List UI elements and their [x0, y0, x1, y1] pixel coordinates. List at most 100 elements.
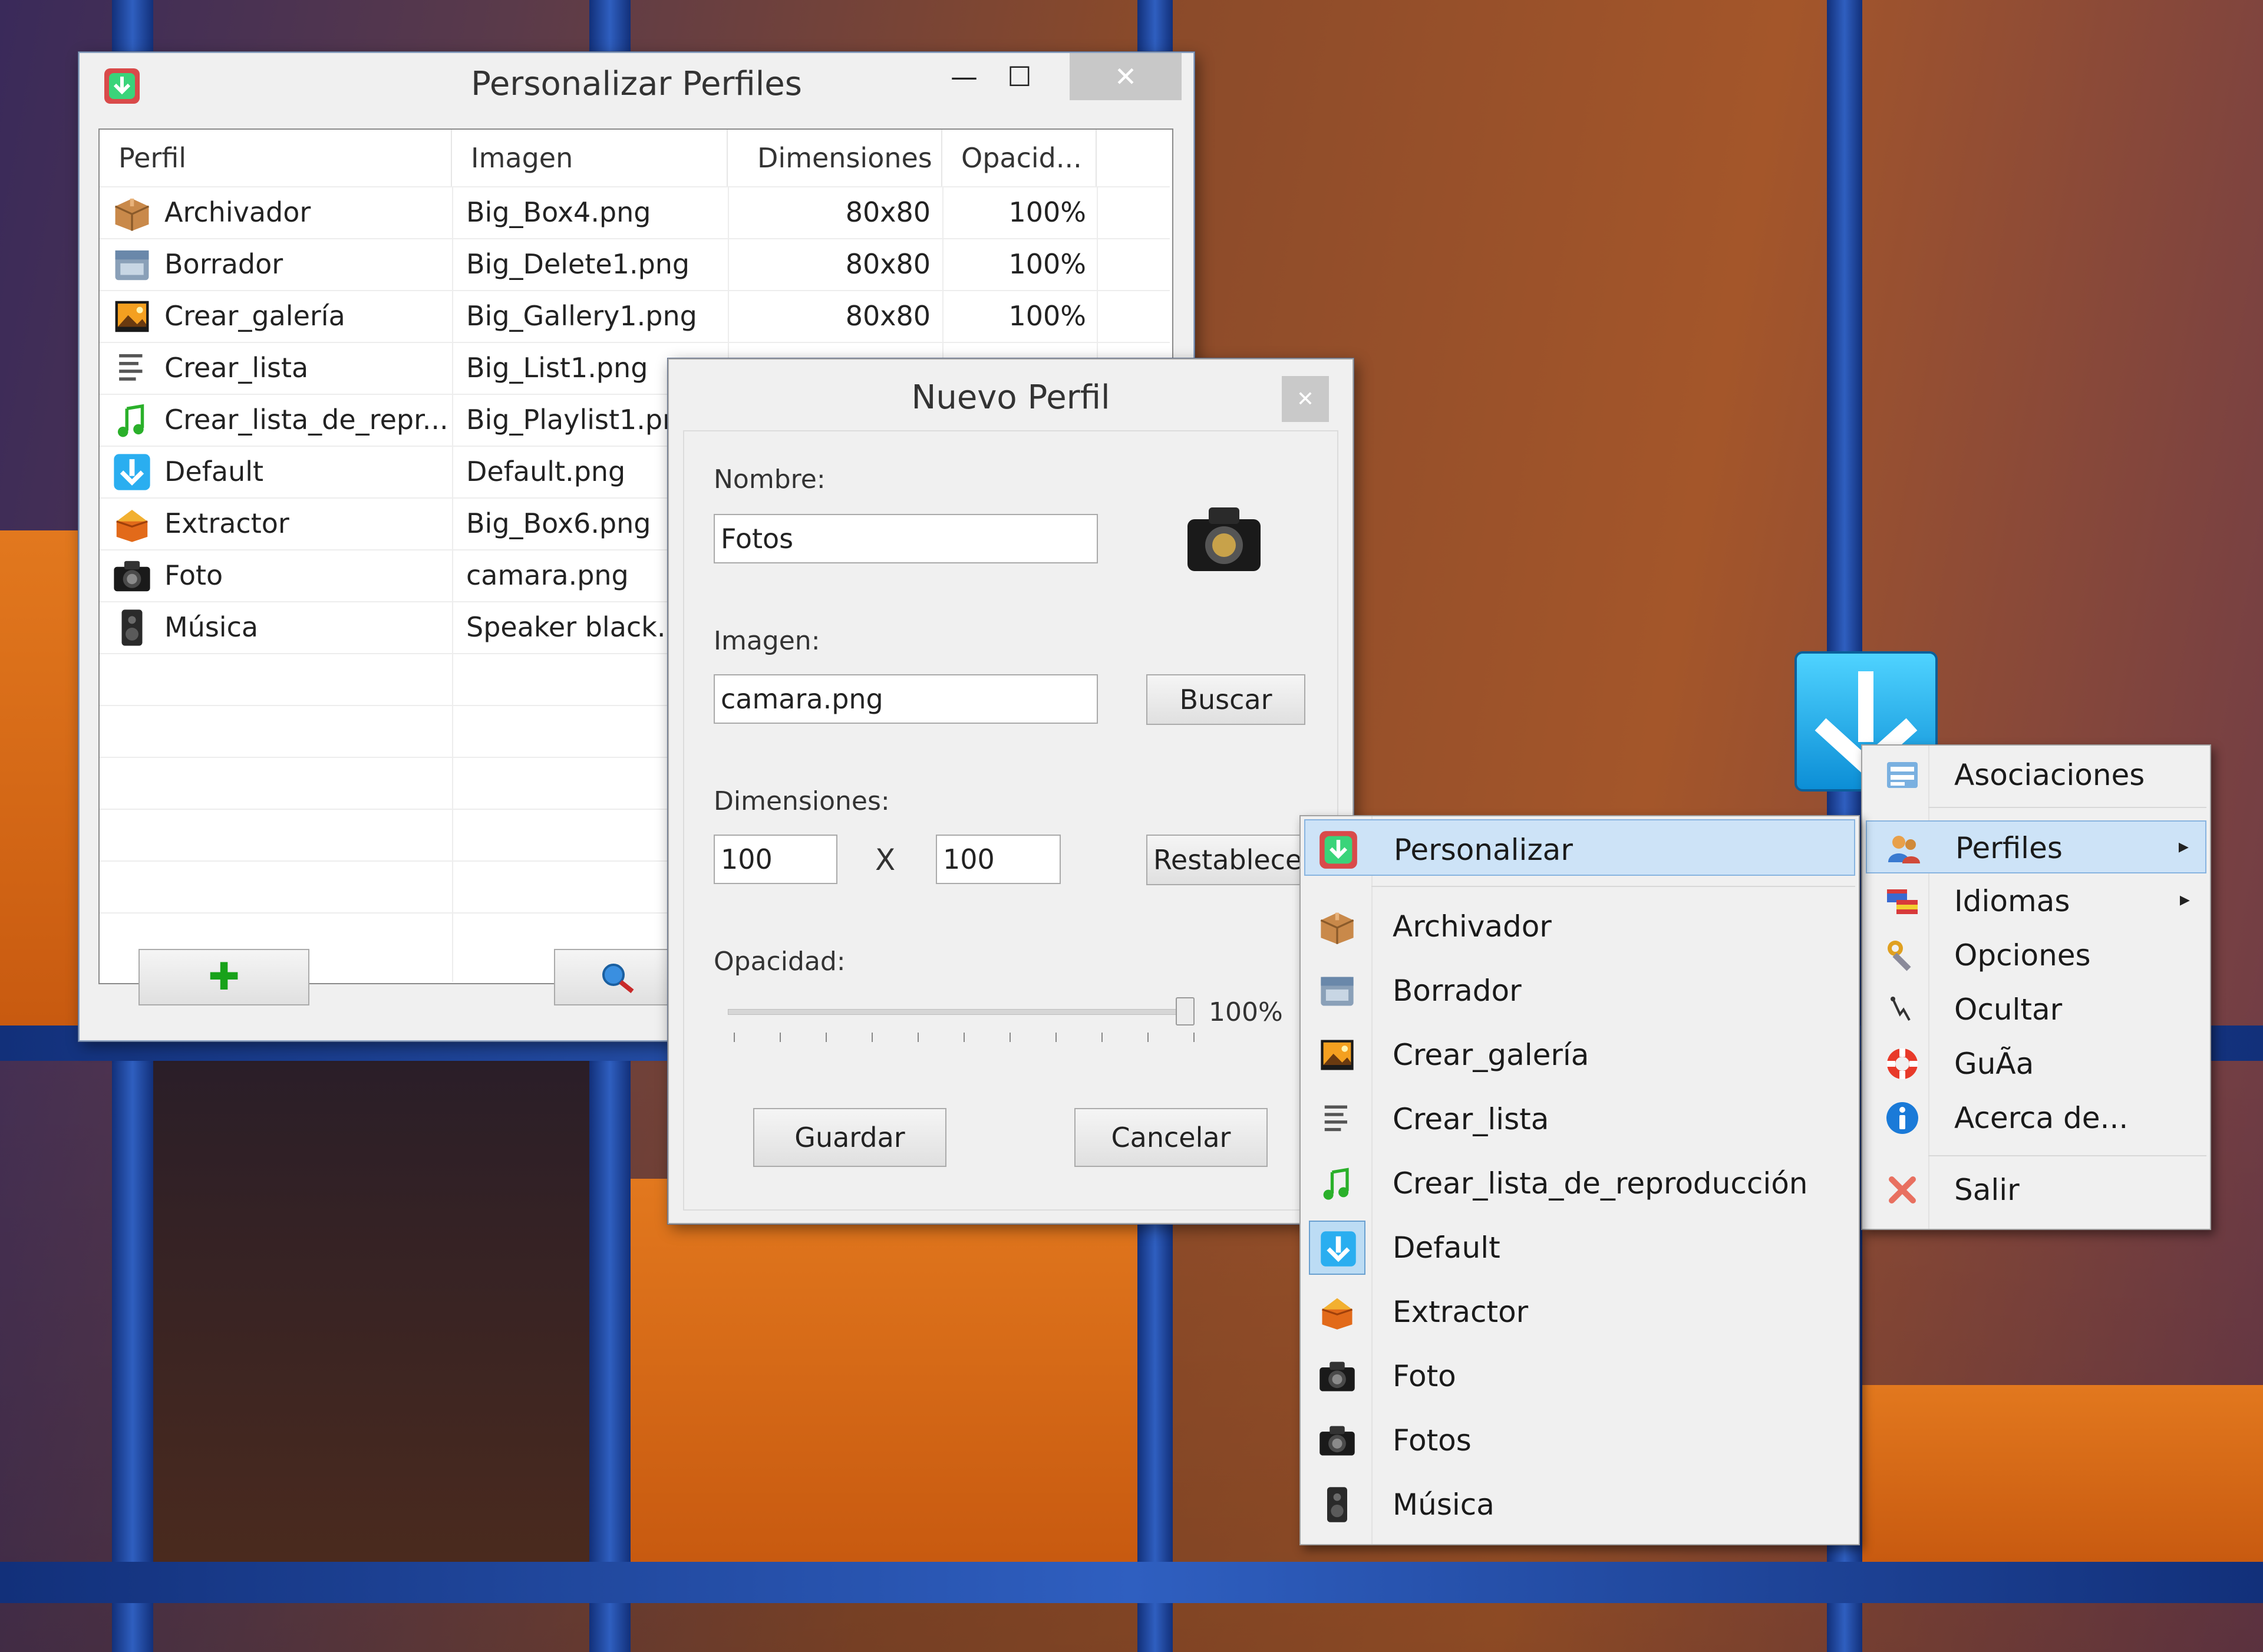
row-divider [100, 342, 1170, 343]
column-header-dimensiones[interactable]: Dimensiones [728, 130, 942, 186]
submenu-item-crear-lista-de-reproducci-n[interactable]: Crear_lista_de_reproducción [1304, 1154, 1855, 1213]
height-input[interactable]: 100 [936, 835, 1061, 884]
submenu-item-extractor[interactable]: Extractor [1304, 1282, 1855, 1341]
menu-item-label: Extractor [1393, 1295, 1529, 1329]
table-row[interactable]: Borrador Big_Delete1.png 80x80 100% [100, 238, 1170, 290]
camera-icon [1187, 507, 1261, 571]
customize-icon [1318, 830, 1358, 870]
tray-menu-item-ocultar[interactable]: Ocultar [1866, 983, 2206, 1036]
maximize-button[interactable]: ☐ [993, 53, 1046, 100]
tray-menu-item-perfiles[interactable]: Perfiles ▸ [1866, 820, 2206, 873]
menu-item-label: Acerca de... [1954, 1101, 2129, 1135]
tray-menu-item-idiomas[interactable]: Idiomas ▸ [1866, 875, 2206, 928]
menu-separator [1928, 1155, 2206, 1156]
tray-menu-item-salir[interactable]: Salir [1866, 1163, 2206, 1216]
download-arrow-icon [111, 451, 153, 493]
menu-item-label: Crear_lista [1393, 1102, 1549, 1136]
column-header-opacidad[interactable]: Opacid... [942, 130, 1097, 186]
cell-dimensions: 80x80 [845, 248, 931, 280]
cell-profile-name: Crear_lista [164, 352, 309, 384]
cell-profile-name: Foto [164, 559, 223, 591]
open-box-icon [111, 503, 153, 545]
submenu-icon-box [1309, 1478, 1365, 1532]
trash-icon [111, 244, 153, 285]
tray-menu-item-opciones[interactable]: Opciones [1866, 929, 2206, 982]
opacity-label: Opacidad: [714, 947, 846, 977]
column-header-perfil[interactable]: Perfil [100, 130, 452, 186]
tray-menu-item-gu-a[interactable]: GuÃ­a [1866, 1037, 2206, 1090]
image-input[interactable]: camara.png [714, 674, 1098, 724]
submenu-icon-box [1309, 964, 1365, 1018]
tray-context-menu: Asociaciones Perfiles ▸ Idiomas ▸ Opciones Ocu… [1861, 744, 2211, 1230]
menu-item-label: Salir [1954, 1173, 2020, 1207]
box-icon [111, 192, 153, 233]
name-label: Nombre: [714, 464, 826, 494]
slider-tick [1055, 1033, 1057, 1042]
tray-menu-item-asociaciones[interactable]: Asociaciones [1866, 748, 2206, 802]
submenu-item-crear-lista[interactable]: Crear_lista [1304, 1090, 1855, 1149]
menu-item-label: Música [1393, 1488, 1495, 1522]
exit-icon [1883, 1171, 1921, 1209]
edit-profile-button[interactable] [554, 949, 684, 1005]
submenu-item-borrador[interactable]: Borrador [1304, 961, 1855, 1020]
cancel-button[interactable]: Cancelar [1074, 1108, 1268, 1167]
cell-profile-name: Extractor [164, 507, 289, 539]
gallery-icon [1317, 1035, 1357, 1075]
minimize-button[interactable]: — [938, 53, 991, 100]
dimensions-label: Dimensiones: [714, 786, 890, 816]
profiles-submenu: Personalizar Archivador Borrador Crear_gale… [1299, 815, 1860, 1545]
camera-icon [111, 555, 153, 596]
cell-dimensions: 80x80 [845, 196, 931, 228]
submenu-item-m-sica[interactable]: Música [1304, 1475, 1855, 1534]
browse-button[interactable]: Buscar [1146, 674, 1305, 725]
slider-tick [964, 1033, 965, 1042]
column-header-imagen[interactable]: Imagen [452, 130, 728, 186]
name-input[interactable]: Fotos [714, 514, 1098, 563]
slider-tick [826, 1033, 827, 1042]
table-row[interactable]: Archivador Big_Box4.png 80x80 100% [100, 186, 1170, 238]
submenu-icon-box [1310, 823, 1367, 877]
column-header-filler [1097, 130, 1170, 186]
menu-item-label: Foto [1393, 1359, 1456, 1393]
profiles-icon [1885, 829, 1922, 867]
submenu-item-personalizar[interactable]: Personalizar [1304, 819, 1855, 876]
slider-tick [1147, 1033, 1149, 1042]
add-profile-button[interactable]: ✚ [138, 949, 309, 1005]
save-button[interactable]: Guardar [753, 1108, 946, 1167]
title-bar[interactable]: Personalizar Perfiles — ☐ ✕ [80, 53, 1193, 106]
close-button[interactable]: ✕ [1070, 53, 1182, 100]
glass-panel [153, 1061, 589, 1562]
menu-item-label: GuÃ­a [1954, 1047, 2034, 1081]
table-row[interactable]: Crear_galería Big_Gallery1.png 80x80 100% [100, 290, 1170, 342]
menu-item-label: Idiomas [1954, 884, 2070, 918]
gallery-icon [111, 296, 153, 337]
music-note-icon [111, 400, 153, 441]
submenu-item-default[interactable]: Default [1304, 1218, 1855, 1277]
submenu-item-crear-galer-a[interactable]: Crear_galería [1304, 1026, 1855, 1084]
width-input[interactable]: 100 [714, 835, 837, 884]
submenu-icon-box [1309, 1285, 1365, 1339]
opacity-slider-thumb[interactable] [1176, 997, 1195, 1026]
dialog-close-button[interactable]: ✕ [1282, 376, 1329, 422]
list-icon [1317, 1099, 1357, 1139]
menu-item-label: Opciones [1954, 938, 2091, 972]
opacity-slider-track[interactable] [728, 1009, 1189, 1015]
submenu-icon-box [1309, 1028, 1365, 1082]
cell-opacity: 100% [1008, 300, 1086, 332]
cell-opacity: 100% [1008, 196, 1086, 228]
dialog-title-bar[interactable]: Nuevo Perfil ✕ [669, 360, 1352, 422]
submenu-item-archivador[interactable]: Archivador [1304, 897, 1855, 956]
cell-profile-name: Archivador [164, 196, 311, 228]
tray-menu-item-acerca-de[interactable]: Acerca de... [1866, 1092, 2206, 1145]
submenu-item-foto[interactable]: Foto [1304, 1347, 1855, 1406]
submenu-icon-box [1309, 1221, 1365, 1275]
cell-image: Big_Gallery1.png [466, 300, 697, 332]
slider-tick [872, 1033, 873, 1042]
cell-profile-name: Crear_lista_de_repr... [164, 404, 447, 436]
cell-image: Big_Delete1.png [466, 248, 690, 280]
cell-profile-name: Borrador [164, 248, 283, 280]
glass-panel [1862, 1385, 2263, 1562]
submenu-item-fotos[interactable]: Fotos [1304, 1411, 1855, 1470]
menu-item-label: Crear_galería [1393, 1038, 1589, 1072]
submenu-icon-box [1309, 899, 1365, 954]
